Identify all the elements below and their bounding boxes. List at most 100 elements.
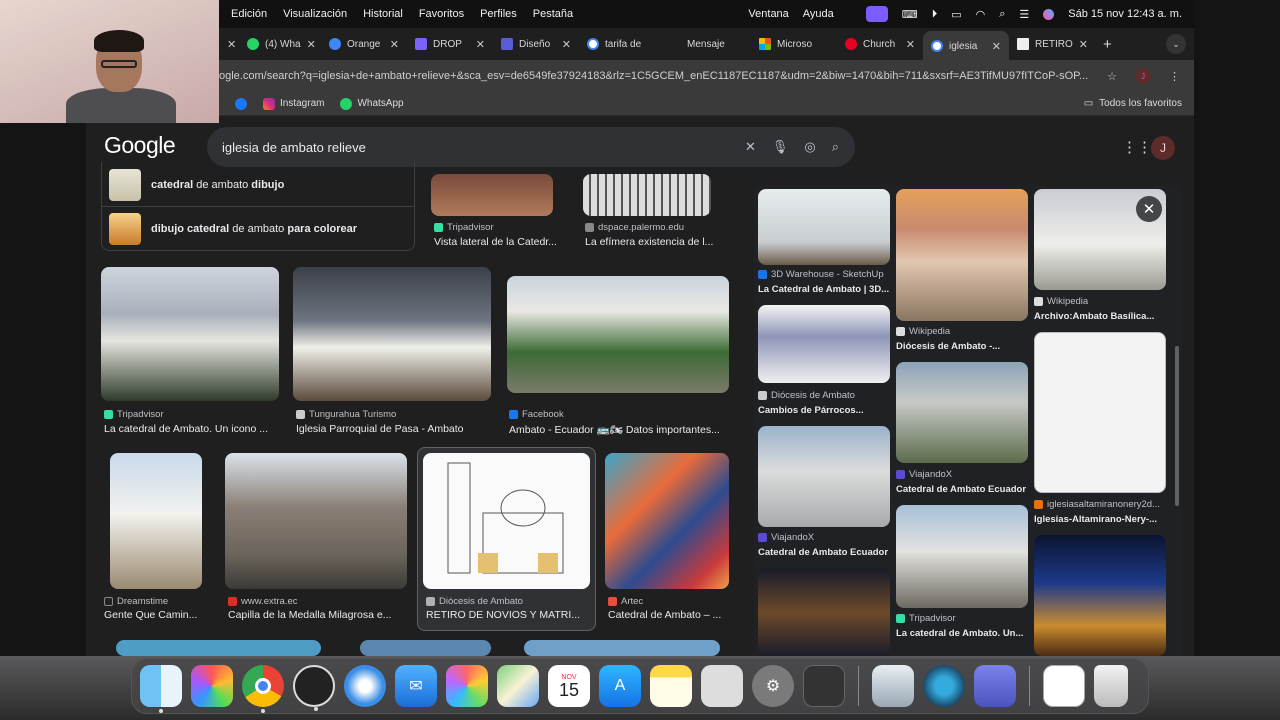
teams-icon[interactable]: [974, 665, 1016, 707]
menubar-datetime[interactable]: Sáb 15 nov 12:43 a. m.: [1068, 8, 1182, 20]
menu-historial[interactable]: Historial: [363, 8, 403, 20]
result-image[interactable]: [431, 174, 553, 216]
url-field[interactable]: ogle.com/search?q=iglesia+de+ambato+reli…: [219, 70, 1093, 82]
close-icon[interactable]: ✕: [390, 38, 399, 51]
related-search-1[interactable]: catedral de ambato dibujo: [101, 162, 415, 207]
menu-pestana[interactable]: Pestaña: [533, 8, 573, 20]
calculator-icon[interactable]: [803, 665, 845, 707]
tab-church[interactable]: Church ✕: [837, 31, 923, 57]
maps-icon[interactable]: [497, 665, 539, 707]
all-bookmarks[interactable]: ▭ Todos los favoritos: [1084, 98, 1182, 109]
related-search-2[interactable]: dibujo catedral de ambato para colorear: [101, 206, 415, 251]
calendar-icon[interactable]: NOV 15: [548, 665, 590, 707]
launchpad-icon[interactable]: [191, 665, 233, 707]
tab-iglesia-active[interactable]: iglesia ✕: [923, 31, 1009, 61]
menu-edicion[interactable]: Edición: [231, 8, 267, 20]
result-image[interactable]: [116, 640, 321, 656]
panel-title[interactable]: Iglesias-Altamirano-Nery-...: [1034, 514, 1166, 525]
bookmark-instagram[interactable]: Instagram: [263, 97, 324, 110]
result-image[interactable]: [507, 276, 729, 393]
close-icon[interactable]: ✕: [1136, 196, 1162, 222]
panel-title[interactable]: Catedral de Ambato Ecuador: [758, 547, 890, 558]
panel-title[interactable]: Cambios de Párrocos...: [758, 405, 890, 416]
menu-visualizacion[interactable]: Visualización: [283, 8, 347, 20]
photos-icon[interactable]: [446, 665, 488, 707]
result-image[interactable]: [225, 453, 407, 589]
camera-search-icon[interactable]: ◎: [804, 139, 815, 155]
close-icon[interactable]: ✕: [906, 38, 915, 51]
menu-ayuda[interactable]: Ayuda: [803, 8, 834, 20]
chevron-down-icon[interactable]: ⌄: [1166, 34, 1186, 54]
menu-favoritos[interactable]: Favoritos: [419, 8, 464, 20]
result-title[interactable]: Catedral de Ambato – ...: [608, 609, 730, 621]
result-title[interactable]: La catedral de Ambato. Un icono ...: [104, 423, 282, 435]
panel-image[interactable]: [758, 305, 890, 383]
preview-icon[interactable]: [872, 665, 914, 707]
result-title[interactable]: Gente Que Camin...: [104, 609, 214, 621]
screen-record-icon[interactable]: [865, 6, 888, 22]
chrome-icon[interactable]: [242, 665, 284, 713]
result-image[interactable]: [110, 453, 202, 589]
close-icon[interactable]: ✕: [476, 38, 485, 51]
result-image[interactable]: [605, 453, 729, 589]
obs-icon[interactable]: [293, 665, 335, 711]
control-center-icon[interactable]: ☰: [1019, 8, 1029, 21]
system-settings-icon[interactable]: ⚙: [752, 665, 794, 707]
new-tab-icon[interactable]: +: [1103, 36, 1112, 53]
tab-whatsapp[interactable]: (4) Wha ✕: [239, 31, 321, 57]
panel-image[interactable]: [758, 189, 890, 265]
result-image[interactable]: [524, 640, 720, 656]
trash-icon[interactable]: [1094, 665, 1128, 707]
tab-retiro[interactable]: RETIRO ✕: [1009, 31, 1095, 57]
close-icon[interactable]: ✕: [307, 38, 316, 51]
panel-image[interactable]: [896, 505, 1028, 608]
app-store-icon[interactable]: A: [599, 665, 641, 707]
notes-icon[interactable]: [650, 665, 692, 707]
result-title[interactable]: RETIRO DE NOVIOS Y MATRI...: [426, 609, 590, 621]
search-query[interactable]: iglesia de ambato relieve: [222, 140, 745, 155]
panel-image[interactable]: [896, 189, 1028, 321]
search-box[interactable]: iglesia de ambato relieve ✕ 🎙 ◎ ⌕: [207, 127, 855, 167]
menu-perfiles[interactable]: Perfiles: [480, 8, 517, 20]
panel-title[interactable]: Diócesis de Ambato -...: [896, 341, 1028, 352]
quicktime-icon[interactable]: [923, 665, 965, 707]
more-icon[interactable]: ⋮: [1169, 70, 1180, 83]
star-icon[interactable]: ☆: [1107, 70, 1117, 83]
tab-diseno[interactable]: Diseño ✕: [493, 31, 579, 57]
wifi-icon[interactable]: ◠: [976, 8, 986, 21]
tab-microsoft[interactable]: Microso: [751, 31, 837, 57]
iphone-mirroring-icon[interactable]: [701, 665, 743, 707]
close-icon[interactable]: ✕: [227, 38, 236, 51]
tab-tarifa[interactable]: tarifa de: [579, 31, 665, 57]
apps-grid-icon[interactable]: ⋮⋮: [1122, 138, 1152, 156]
result-image[interactable]: [293, 267, 491, 401]
result-image[interactable]: [423, 453, 590, 589]
siri-icon[interactable]: [1043, 8, 1055, 20]
result-image[interactable]: [360, 640, 491, 656]
keyboard-icon[interactable]: ⌨: [902, 8, 918, 21]
result-image[interactable]: [101, 267, 279, 401]
battery-icon[interactable]: ▭: [951, 8, 961, 21]
tab-mensaje[interactable]: Mensaje: [665, 31, 751, 57]
close-icon[interactable]: ✕: [562, 38, 571, 51]
profile-icon[interactable]: J: [1135, 68, 1151, 84]
result-title[interactable]: Capilla de la Medalla Milagrosa e...: [228, 609, 406, 621]
panel-image[interactable]: [758, 426, 890, 527]
search-icon[interactable]: ⌕: [832, 139, 839, 155]
account-avatar[interactable]: J: [1151, 136, 1175, 160]
result-title[interactable]: La efímera existencia de l...: [585, 236, 725, 248]
clear-icon[interactable]: ✕: [745, 139, 756, 155]
bookmark-facebook[interactable]: [235, 97, 247, 110]
panel-image[interactable]: [1034, 535, 1166, 656]
menu-ventana[interactable]: Ventana: [748, 8, 788, 20]
tab-orange[interactable]: Orange ✕: [321, 31, 407, 57]
panel-image[interactable]: [896, 362, 1028, 463]
tab-drop[interactable]: DROP ✕: [407, 31, 493, 57]
mail-icon[interactable]: ✉: [395, 665, 437, 707]
panel-image[interactable]: [758, 569, 890, 656]
close-icon[interactable]: ✕: [1079, 38, 1088, 51]
qr-document-icon[interactable]: [1043, 665, 1085, 707]
search-icon[interactable]: ⌕: [999, 8, 1005, 21]
tab-partial[interactable]: ✕: [219, 31, 239, 57]
panel-title[interactable]: Catedral de Ambato Ecuador: [896, 484, 1028, 495]
